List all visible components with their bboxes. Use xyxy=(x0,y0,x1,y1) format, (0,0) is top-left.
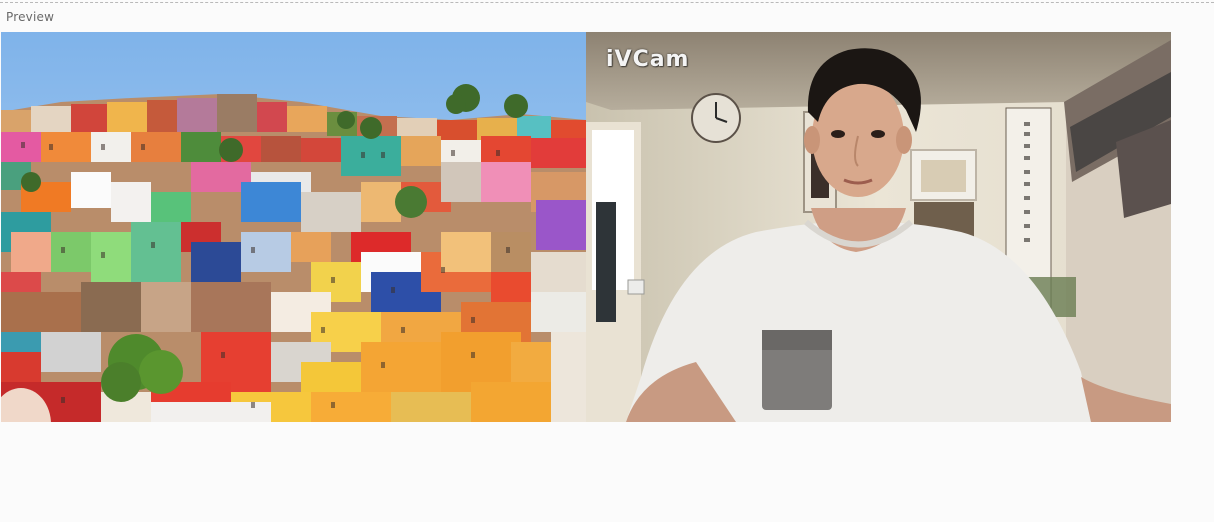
ivcam-watermark: iVCam xyxy=(606,47,690,72)
city-photo xyxy=(1,32,586,422)
city-photo-image xyxy=(1,32,586,422)
preview-label: Preview xyxy=(6,10,55,24)
webcam-feed: iVCam xyxy=(586,32,1171,422)
webcam-video-feed xyxy=(586,32,1171,422)
divider xyxy=(0,2,1214,3)
preview-page: Preview iVCam xyxy=(0,0,1214,522)
